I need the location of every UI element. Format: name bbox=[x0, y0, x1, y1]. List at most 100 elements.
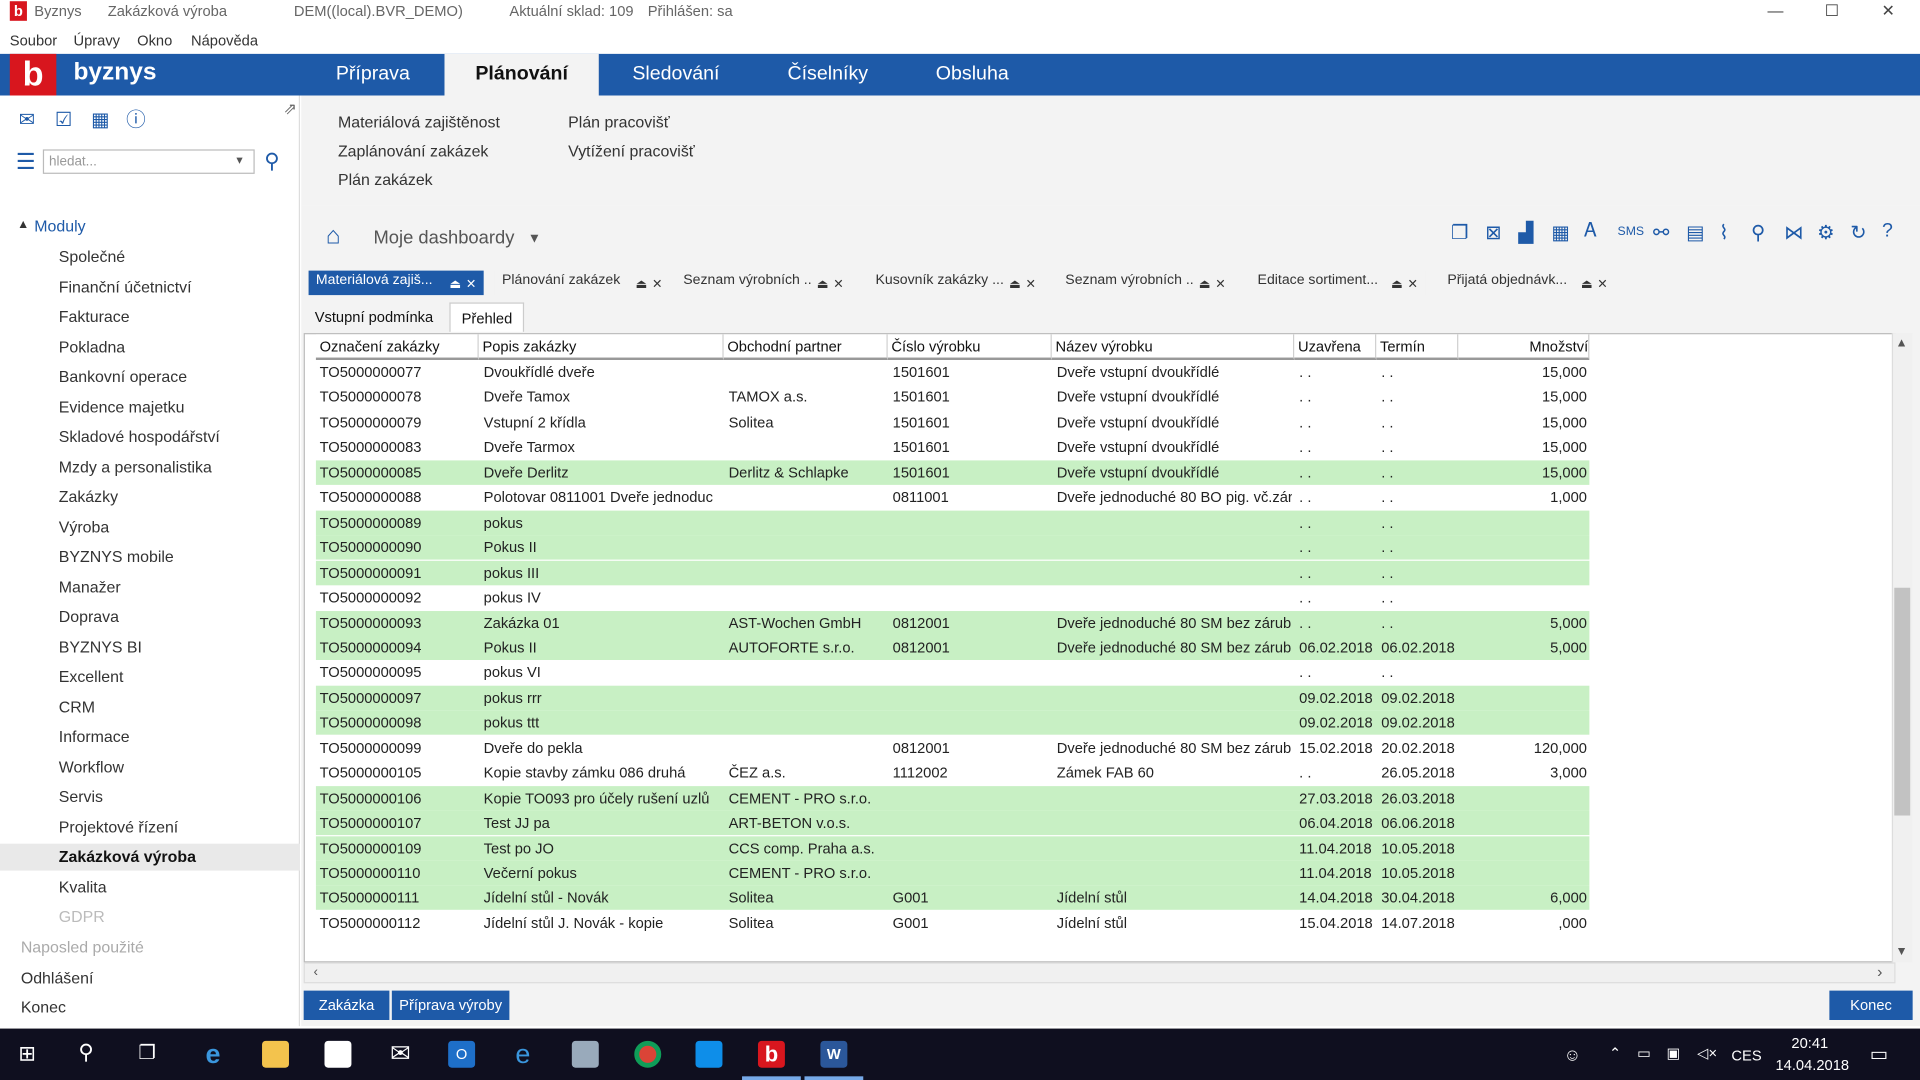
close-tab-icon[interactable]: ✕ bbox=[1025, 278, 1035, 291]
close-tab-icon[interactable]: ✕ bbox=[466, 278, 476, 291]
sidebar-item[interactable]: Zakázky bbox=[59, 487, 118, 505]
table-row[interactable]: TO5000000098 pokus ttt 09.02.2018 09.02.201… bbox=[315, 710, 1590, 736]
eject-icon[interactable]: ⏏ bbox=[817, 278, 829, 291]
table-row[interactable]: TO5000000077 Dvoukřídlé dveře 1501601 Dveře… bbox=[316, 360, 1589, 384]
column-header[interactable]: Název výrobku bbox=[1051, 334, 1295, 361]
grid-icon[interactable]: ▦ bbox=[1551, 220, 1570, 244]
dashboard-selector[interactable]: Moje dashboardy bbox=[373, 228, 514, 249]
notifications-icon[interactable]: ▭ bbox=[1870, 1042, 1889, 1066]
text-format-icon[interactable]: Ꭺ bbox=[1584, 220, 1597, 242]
sidebar-item[interactable]: BYZNYS BI bbox=[59, 637, 142, 655]
language-indicator[interactable]: CES bbox=[1731, 1047, 1761, 1064]
attachment-icon[interactable]: ⚯ bbox=[1653, 220, 1669, 244]
table-row[interactable]: TO5000000083 Dveře Tarmox 1501601 Dveře vst… bbox=[316, 435, 1589, 459]
people-icon[interactable]: ☺ bbox=[1564, 1044, 1582, 1064]
search-dropdown-icon[interactable]: ▾ bbox=[236, 154, 242, 167]
sidebar-collapse-arrow[interactable]: ▲ bbox=[17, 218, 29, 231]
link-zaplanovani-zakazek[interactable]: Zaplánování zakázek bbox=[338, 142, 488, 160]
link-vytizeni-pracovist[interactable]: Vytížení pracovišť bbox=[568, 142, 695, 160]
popout-icon[interactable]: ⇗ bbox=[278, 98, 302, 120]
mail-app-icon[interactable]: ✉ bbox=[387, 1041, 414, 1068]
info-icon[interactable]: ⓘ bbox=[124, 110, 148, 132]
tray-chevron-icon[interactable]: ⌃ bbox=[1609, 1044, 1621, 1061]
network-icon[interactable]: ▣ bbox=[1667, 1044, 1681, 1061]
sidebar-item[interactable]: Skladové hospodářství bbox=[59, 427, 220, 445]
close-tab-icon[interactable]: ✕ bbox=[1597, 278, 1607, 291]
column-header[interactable]: Popis zakázky bbox=[478, 334, 724, 361]
table-row[interactable]: TO5000000106 Kopie TO093 pro účely rušení… bbox=[315, 785, 1590, 811]
eject-icon[interactable]: ⏏ bbox=[1391, 278, 1403, 291]
sidebar-item[interactable]: Informace bbox=[59, 727, 130, 745]
sidebar-item[interactable]: CRM bbox=[59, 697, 95, 715]
doc-tab[interactable]: Seznam výrobních ... ⏏ ✕ bbox=[1057, 270, 1233, 296]
table-row[interactable]: TO5000000079 Vstupní 2 křídla Solitea 15016… bbox=[316, 410, 1589, 434]
search-icon[interactable]: ⚲ bbox=[260, 150, 284, 173]
paperclip-icon[interactable]: ⌇ bbox=[1719, 220, 1729, 244]
sidebar-item[interactable]: GDPR bbox=[59, 907, 105, 925]
outlook-icon[interactable]: O bbox=[448, 1040, 476, 1068]
close-tab-icon[interactable]: ✕ bbox=[833, 278, 843, 291]
home-icon[interactable]: ⌂ bbox=[326, 223, 353, 250]
byznys-taskbar-icon[interactable]: b bbox=[757, 1040, 785, 1068]
table-row[interactable]: TO5000000097 pokus rrr 09.02.2018 09.02.201… bbox=[315, 685, 1590, 711]
table-row[interactable]: TO5000000105 Kopie stavby zámku 086 druhá… bbox=[316, 761, 1589, 785]
link-materialova-zajistenost[interactable]: Materiálová zajištěnost bbox=[338, 113, 500, 131]
close-tab-icon[interactable]: ✕ bbox=[652, 278, 662, 291]
vertical-scroll-thumb[interactable] bbox=[1894, 587, 1911, 816]
menu-napoveda[interactable]: Nápověda bbox=[191, 32, 258, 49]
mail-icon[interactable]: ✉ bbox=[15, 110, 39, 132]
volume-muted-icon[interactable]: ◁× bbox=[1697, 1044, 1717, 1061]
table-row[interactable]: TO5000000099 Dveře do pekla 0812001 Dveře j… bbox=[316, 736, 1589, 760]
column-header[interactable]: Obchodní partner bbox=[723, 334, 888, 361]
eject-icon[interactable]: ⏏ bbox=[1199, 278, 1211, 291]
sidebar-item[interactable]: Projektové řízení bbox=[59, 817, 178, 835]
teamviewer-icon[interactable] bbox=[695, 1040, 723, 1068]
tab-sledovani[interactable]: Sledování bbox=[602, 54, 749, 96]
close-tab-icon[interactable]: ✕ bbox=[1215, 278, 1225, 291]
sidebar-item[interactable]: Výroba bbox=[59, 517, 109, 535]
table-row[interactable]: TO5000000085 Dveře Derlitz Derlitz & Schla… bbox=[315, 460, 1590, 485]
konec-button[interactable]: Konec bbox=[1829, 990, 1913, 1021]
sidebar-item[interactable]: Zakázková výroba bbox=[0, 843, 301, 871]
sidebar-item[interactable]: Kvalita bbox=[59, 877, 107, 895]
scroll-right-icon[interactable]: › bbox=[1877, 962, 1882, 980]
sidebar-item[interactable]: Mzdy a personalistika bbox=[59, 457, 212, 475]
sidebar-footer-item[interactable]: Naposled použité bbox=[21, 938, 144, 956]
table-row[interactable]: TO5000000109 Test po JO CCS comp. Praha a.… bbox=[315, 835, 1590, 861]
settings-icon[interactable]: ⚙ bbox=[1817, 220, 1835, 244]
eject-icon[interactable]: ⏏ bbox=[1581, 278, 1593, 291]
clock-date[interactable]: 14.04.2018 bbox=[1776, 1057, 1850, 1074]
sidebar-item[interactable]: Společné bbox=[59, 247, 125, 265]
tab-priprava[interactable]: Příprava bbox=[301, 54, 444, 96]
column-header[interactable]: Číslo výrobku bbox=[887, 334, 1052, 361]
menu-upravy[interactable]: Úpravy bbox=[73, 32, 120, 49]
table-row[interactable]: TO5000000111 Jídelní stůl - Novák Solitea G… bbox=[315, 885, 1590, 911]
sidebar-item[interactable]: Fakturace bbox=[59, 307, 130, 325]
hamburger-menu-icon[interactable]: ☰ bbox=[13, 151, 37, 173]
find-icon[interactable]: ⚲ bbox=[1751, 220, 1765, 244]
scroll-up-icon[interactable]: ▲ bbox=[1896, 337, 1908, 350]
chrome-icon[interactable] bbox=[634, 1040, 662, 1068]
table-row[interactable]: TO5000000089 pokus . . . . bbox=[315, 510, 1590, 535]
menu-okno[interactable]: Okno bbox=[137, 32, 172, 49]
doc-tab[interactable]: Plánování zakázek ⏏ ✕ bbox=[494, 270, 670, 296]
ie-icon[interactable]: e bbox=[509, 1040, 536, 1068]
chart-icon[interactable]: ▟ bbox=[1518, 220, 1533, 244]
table-row[interactable]: TO5000000095 pokus VI . . . . bbox=[316, 660, 1589, 684]
sidebar-item[interactable]: Doprava bbox=[59, 607, 119, 625]
table-row[interactable]: TO5000000091 pokus III . . . . bbox=[315, 560, 1590, 585]
table-row[interactable]: TO5000000090 Pokus II . . . . bbox=[315, 535, 1590, 560]
minimize-button[interactable]: — bbox=[1751, 0, 1800, 24]
sidebar-item[interactable]: Bankovní operace bbox=[59, 367, 187, 385]
sidebar-item[interactable]: Pokladna bbox=[59, 337, 125, 355]
edge-icon[interactable]: e bbox=[200, 1040, 227, 1068]
tab-planovani[interactable]: Plánování bbox=[444, 53, 599, 96]
dashboard-dropdown-icon[interactable]: ▼ bbox=[528, 231, 541, 246]
link-plan-zakazek[interactable]: Plán zakázek bbox=[338, 170, 433, 188]
store-icon[interactable] bbox=[324, 1040, 352, 1068]
doc-tab[interactable]: Seznam výrobních ... ⏏ ✕ bbox=[675, 270, 851, 296]
document-icon[interactable]: ▤ bbox=[1686, 220, 1705, 244]
sidebar-item[interactable]: Manažer bbox=[59, 577, 121, 595]
sidebar-item[interactable]: Evidence majetku bbox=[59, 397, 185, 415]
eject-icon[interactable]: ⏏ bbox=[449, 278, 461, 291]
